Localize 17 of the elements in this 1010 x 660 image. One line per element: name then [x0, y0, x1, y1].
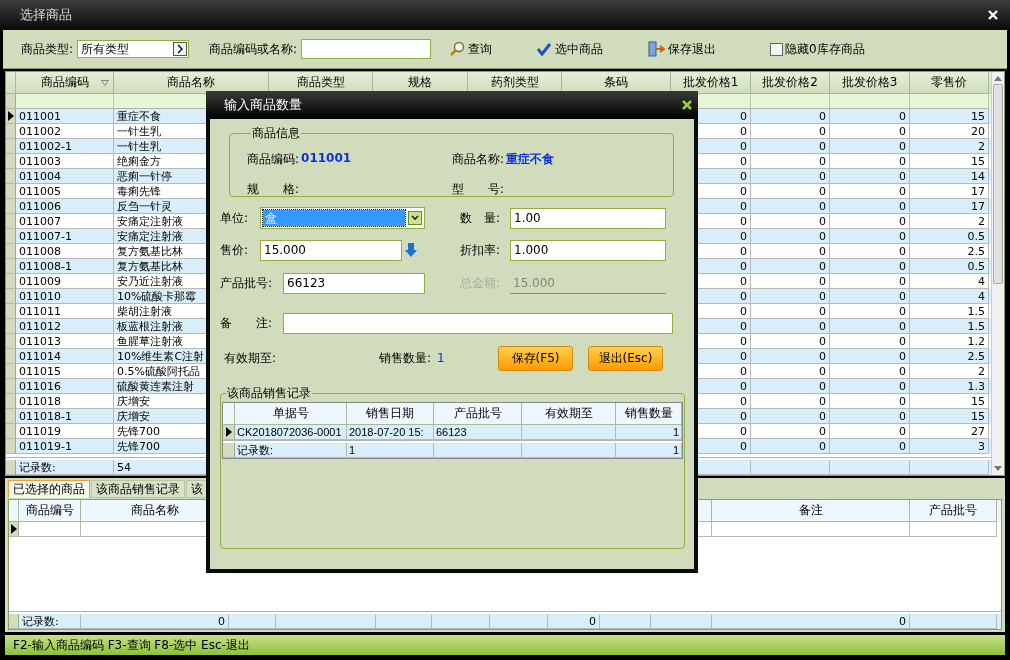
window-title: 选择商品: [20, 6, 72, 24]
table-cell: 0: [712, 614, 910, 629]
table-cell: 记录数:: [19, 614, 81, 629]
field-label: 售价:: [220, 241, 250, 259]
table-cell: 1: [616, 443, 682, 458]
table-cell: 1: [347, 443, 434, 458]
category-label: 商品类型:: [21, 40, 74, 58]
field-label: 销售数量:: [379, 349, 432, 367]
field-label: 型 号:: [452, 180, 505, 198]
shortcut-hint: F2-输入商品编码 F3-查询 F8-选中 Esc-退出: [13, 636, 250, 654]
field-label: 折扣率:: [460, 241, 502, 259]
search-label: 商品编码或名称:: [209, 40, 298, 58]
sold-quantity: 1: [437, 351, 446, 365]
table-cell: 记录数:: [16, 460, 114, 475]
table-cell: 0: [81, 614, 229, 629]
table-cell: 0: [548, 614, 600, 629]
table-cell: 记录数:: [235, 443, 347, 458]
